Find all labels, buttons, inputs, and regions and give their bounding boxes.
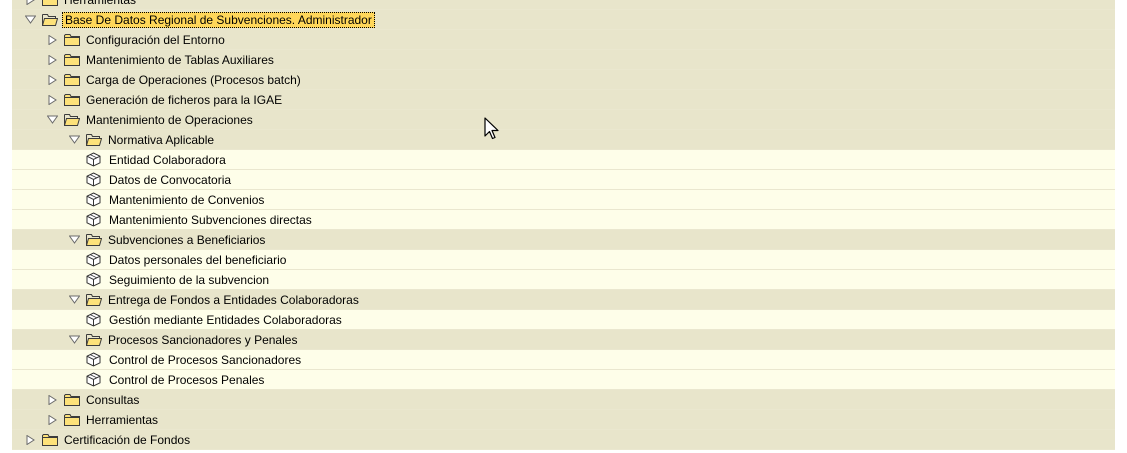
tree-node-label: Normativa Aplicable (108, 132, 215, 147)
tree-node-label: Certificación de Fondos (64, 432, 191, 447)
tree-node-label: Procesos Sancionadores y Penales (108, 332, 298, 347)
collapse-triangle-icon[interactable] (46, 114, 58, 126)
tree-folder-certificacion-de-fondos[interactable]: Certificación de Fondos (12, 430, 1115, 450)
expand-triangle-icon[interactable] (24, 434, 36, 446)
folder-open-icon (86, 333, 103, 346)
tree-node-label: Control de Procesos Sancionadores (109, 352, 302, 367)
transaction-cube-icon (86, 352, 101, 367)
expand-triangle-icon[interactable] (46, 414, 58, 426)
expand-triangle-icon[interactable] (46, 74, 58, 86)
folder-closed-icon (64, 73, 80, 86)
tree-transaction-gestion-mediante-entidades-colaboradoras[interactable]: Gestión mediante Entidades Colaboradoras (12, 310, 1115, 330)
collapse-triangle-icon[interactable] (68, 234, 80, 246)
tree-folder-configuracion-del-entorno[interactable]: Configuración del Entorno (12, 30, 1115, 50)
folder-closed-icon (64, 93, 80, 106)
transaction-cube-icon (86, 172, 101, 187)
transaction-cube-icon (86, 312, 101, 327)
tree-transaction-seguimiento-de-la-subvencion[interactable]: Seguimiento de la subvencion (12, 270, 1115, 290)
tree-node-label: Configuración del Entorno (86, 32, 225, 47)
tree-folder-normativa-aplicable[interactable]: Normativa Aplicable (12, 130, 1115, 150)
tree-node-label: Mantenimiento de Convenios (109, 192, 265, 207)
transaction-cube-icon (86, 252, 101, 267)
tree-transaction-datos-personales-del-beneficiario[interactable]: Datos personales del beneficiario (12, 250, 1115, 270)
tree-folder-subvenciones-a-beneficiarios[interactable]: Subvenciones a Beneficiarios (12, 230, 1115, 250)
folder-open-icon (64, 113, 81, 126)
mouse-pointer-icon (484, 117, 499, 140)
transaction-cube-icon (86, 192, 101, 207)
folder-closed-icon (42, 0, 58, 6)
tree-node-label: Datos personales del beneficiario (109, 252, 287, 267)
tree-node-label: Control de Procesos Penales (109, 372, 265, 387)
tree-transaction-entidad-colaboradora[interactable]: Entidad Colaboradora (12, 150, 1115, 170)
tree-folder-mantenimiento-de-operaciones[interactable]: Mantenimiento de Operaciones (12, 110, 1115, 130)
tree-folder-entrega-de-fondos-a-entidades-colaboradoras[interactable]: Entrega de Fondos a Entidades Colaborado… (12, 290, 1115, 310)
tree-folder-carga-de-operaciones-procesos-batch[interactable]: Carga de Operaciones (Procesos batch) (12, 70, 1115, 90)
collapse-triangle-icon[interactable] (68, 334, 80, 346)
folder-open-icon (86, 233, 103, 246)
tree-transaction-datos-de-convocatoria[interactable]: Datos de Convocatoria (12, 170, 1115, 190)
tree-node-label: Datos de Convocatoria (109, 172, 232, 187)
transaction-cube-icon (86, 272, 101, 287)
tree-transaction-mantenimiento-de-convenios[interactable]: Mantenimiento de Convenios (12, 190, 1115, 210)
tree-folder-herramientas[interactable]: Herramientas (12, 0, 1115, 10)
tree-node-label: Subvenciones a Beneficiarios (108, 232, 266, 247)
collapse-triangle-icon[interactable] (68, 134, 80, 146)
tree-node-label: Consultas (86, 392, 140, 407)
tree-folder-base-de-datos-regional-de-subvenciones-administrador[interactable]: Base De Datos Regional de Subvenciones. … (12, 10, 1115, 30)
transaction-cube-icon (86, 372, 101, 387)
tree-node-label: Gestión mediante Entidades Colaboradoras (109, 312, 342, 327)
navigation-tree: Herramientas Base De Datos Regional de Su… (12, 0, 1115, 453)
collapse-triangle-icon[interactable] (24, 14, 36, 26)
folder-closed-icon (64, 393, 80, 406)
tree-node-label: Herramientas (86, 412, 159, 427)
tree-node-label: Mantenimiento Subvenciones directas (109, 212, 312, 227)
folder-closed-icon (64, 33, 80, 46)
folder-closed-icon (42, 433, 58, 446)
folder-open-icon (86, 133, 103, 146)
tree-folder-mantenimiento-de-tablas-auxiliares[interactable]: Mantenimiento de Tablas Auxiliares (12, 50, 1115, 70)
expand-triangle-icon[interactable] (46, 34, 58, 46)
tree-node-label: Herramientas (62, 0, 138, 7)
folder-open-icon (86, 293, 103, 306)
expand-triangle-icon[interactable] (46, 54, 58, 66)
transaction-cube-icon (86, 212, 101, 227)
folder-closed-icon (64, 53, 80, 66)
tree-node-label: Generación de ficheros para la IGAE (86, 92, 283, 107)
tree-transaction-control-de-procesos-sancionadores[interactable]: Control de Procesos Sancionadores (12, 350, 1115, 370)
tree-folder-procesos-sancionadores-y-penales[interactable]: Procesos Sancionadores y Penales (12, 330, 1115, 350)
folder-open-icon (42, 13, 59, 26)
expand-triangle-icon[interactable] (46, 394, 58, 406)
tree-node-label: Mantenimiento de Tablas Auxiliares (86, 52, 274, 67)
tree-node-label: Carga de Operaciones (Procesos batch) (86, 72, 301, 87)
tree-node-label: Entidad Colaboradora (109, 152, 226, 167)
collapse-triangle-icon[interactable] (68, 294, 80, 306)
expand-triangle-icon[interactable] (46, 94, 58, 106)
tree-folder-herramientas[interactable]: Herramientas (12, 410, 1115, 430)
tree-transaction-mantenimiento-subvenciones-directas[interactable]: Mantenimiento Subvenciones directas (12, 210, 1115, 230)
tree-node-label: Base De Datos Regional de Subvenciones. … (62, 11, 375, 28)
folder-closed-icon (64, 413, 80, 426)
tree-transaction-control-de-procesos-penales[interactable]: Control de Procesos Penales (12, 370, 1115, 390)
transaction-cube-icon (86, 152, 101, 167)
tree-node-label: Mantenimiento de Operaciones (86, 112, 253, 127)
tree-node-label: Entrega de Fondos a Entidades Colaborado… (108, 292, 359, 307)
tree-folder-generacion-de-ficheros-para-la-igae[interactable]: Generación de ficheros para la IGAE (12, 90, 1115, 110)
tree-node-label: Seguimiento de la subvencion (109, 272, 270, 287)
expand-triangle-icon[interactable] (24, 0, 36, 6)
tree-folder-consultas[interactable]: Consultas (12, 390, 1115, 410)
